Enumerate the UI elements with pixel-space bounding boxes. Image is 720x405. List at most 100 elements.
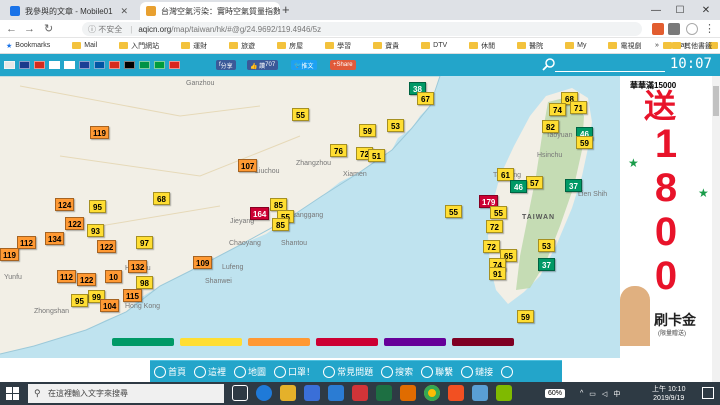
- aqi-marker[interactable]: 72: [483, 240, 500, 253]
- zoom-indicator[interactable]: 60%: [545, 382, 566, 405]
- aqi-marker[interactable]: 164: [250, 207, 270, 220]
- language-flag-icon[interactable]: [64, 61, 75, 69]
- extension-icon[interactable]: [652, 23, 664, 35]
- back-icon[interactable]: ←: [6, 22, 17, 36]
- url-field[interactable]: ⓘ 不安全 | aqicn.org /map/taiwan/hk/#@g/24.…: [82, 22, 642, 36]
- minimize-icon[interactable]: —: [644, 0, 668, 20]
- maximize-icon[interactable]: ☐: [668, 0, 692, 20]
- forward-icon[interactable]: →: [24, 22, 35, 36]
- aqi-marker[interactable]: 53: [387, 119, 404, 132]
- aqi-marker[interactable]: 68: [153, 192, 170, 205]
- tweet-button[interactable]: 🐦 推文: [291, 60, 317, 70]
- nav-search[interactable]: 搜索: [381, 365, 413, 378]
- aqi-legend-swatch[interactable]: [248, 338, 310, 346]
- bookmark-folder[interactable]: 休閒: [469, 41, 506, 51]
- aqi-marker[interactable]: 119: [90, 126, 109, 139]
- bookmark-folder[interactable]: 醫院: [517, 41, 554, 51]
- file-explorer-icon[interactable]: [280, 385, 296, 401]
- bookmark-folder[interactable]: 運財: [181, 41, 218, 51]
- mail-icon[interactable]: [328, 385, 344, 401]
- menu-icon[interactable]: ⋮: [704, 22, 715, 36]
- aqi-marker[interactable]: 71: [570, 101, 587, 114]
- aqi-marker[interactable]: 95: [71, 294, 88, 307]
- aqi-marker[interactable]: 95: [89, 200, 106, 213]
- aqi-marker[interactable]: 59: [517, 310, 534, 323]
- nav-here[interactable]: 這裡: [194, 365, 226, 378]
- facebook-share-button[interactable]: f 分享: [216, 60, 236, 70]
- app-icon[interactable]: [472, 385, 488, 401]
- aqi-marker[interactable]: 76: [330, 144, 347, 157]
- aqi-legend-swatch[interactable]: [452, 338, 514, 346]
- aqi-marker[interactable]: 122: [77, 273, 97, 286]
- aqi-marker[interactable]: 85: [272, 218, 289, 231]
- aqi-marker[interactable]: 104: [100, 299, 120, 312]
- aqi-marker[interactable]: 115: [123, 289, 142, 302]
- task-view-icon[interactable]: [232, 385, 248, 401]
- language-flag-icon[interactable]: [79, 61, 90, 69]
- bookmark-folder[interactable]: 學習: [325, 41, 362, 51]
- taskbar-clock[interactable]: 上午 10:10 2019/9/19: [652, 382, 685, 405]
- scrollbar-thumb[interactable]: [713, 86, 719, 116]
- language-flag-icon[interactable]: [124, 61, 135, 69]
- bookmark-folder[interactable]: 旅遊: [229, 41, 266, 51]
- bookmark-folder[interactable]: DTV: [421, 42, 458, 49]
- search-icon[interactable]: [542, 57, 556, 71]
- app-icon[interactable]: [400, 385, 416, 401]
- aqi-marker[interactable]: 72: [486, 220, 503, 233]
- aqi-map[interactable]: Ganzhou Zhangzhou Xiamen Huanggang Jieyang Ch…: [0, 76, 712, 358]
- bookmark-folder[interactable]: Mail: [72, 42, 108, 49]
- aqi-marker[interactable]: 46: [510, 180, 527, 193]
- volume-icon[interactable]: ◁: [602, 390, 607, 398]
- close-tab-icon[interactable]: ✕: [120, 6, 128, 17]
- bookmarks-overflow[interactable]: »: [655, 42, 659, 49]
- aqi-legend-swatch[interactable]: [180, 338, 242, 346]
- bookmark-folder[interactable]: 房屋: [277, 41, 314, 51]
- aqi-marker[interactable]: 97: [136, 236, 153, 249]
- aqi-marker[interactable]: 57: [526, 176, 543, 189]
- tab-aqicn[interactable]: 台灣空氣污染：實時空氣質量指數 ✕: [140, 2, 280, 20]
- aqi-marker[interactable]: 53: [538, 239, 555, 252]
- aqi-marker[interactable]: 124: [55, 198, 75, 211]
- extension-icon[interactable]: [668, 23, 680, 35]
- windows-start-icon[interactable]: [6, 387, 19, 400]
- chrome-icon[interactable]: [424, 385, 440, 401]
- aqi-marker[interactable]: 55: [445, 205, 462, 218]
- language-flag-icon[interactable]: [139, 61, 150, 69]
- bookmark-folder[interactable]: 入門網站: [119, 41, 170, 51]
- app-icon[interactable]: [496, 385, 512, 401]
- city-search-input[interactable]: [555, 60, 665, 72]
- language-flag-icon[interactable]: [169, 61, 180, 69]
- security-indicator[interactable]: ⓘ 不安全: [88, 24, 122, 35]
- aqi-marker[interactable]: 82: [542, 120, 559, 133]
- bookmark-folder[interactable]: My: [565, 42, 597, 49]
- close-window-icon[interactable]: ✕: [694, 0, 718, 20]
- language-flag-icon[interactable]: [154, 61, 165, 69]
- language-flag-icon[interactable]: [49, 61, 60, 69]
- aqi-marker[interactable]: 109: [193, 256, 213, 269]
- nav-faq[interactable]: 常見問題: [323, 365, 373, 378]
- aqi-marker[interactable]: 91: [489, 267, 506, 280]
- aqi-marker[interactable]: 132: [128, 260, 148, 273]
- aqi-legend-swatch[interactable]: [384, 338, 446, 346]
- aqi-marker[interactable]: 112: [57, 270, 76, 283]
- profile-icon[interactable]: [686, 23, 698, 35]
- notification-icon[interactable]: [702, 387, 714, 399]
- aqi-legend-swatch[interactable]: [316, 338, 378, 346]
- system-tray[interactable]: ^ ▭ ◁ 中: [580, 382, 626, 405]
- page-scrollbar[interactable]: [712, 76, 720, 382]
- excel-icon[interactable]: [376, 385, 392, 401]
- nav-links[interactable]: 鏈接: [461, 365, 493, 378]
- aqi-marker[interactable]: 55: [292, 108, 309, 121]
- bookmark-folder[interactable]: 電視劇: [608, 41, 652, 51]
- aqi-marker[interactable]: 67: [417, 92, 434, 105]
- language-flag-icon[interactable]: [19, 61, 30, 69]
- store-icon[interactable]: [304, 385, 320, 401]
- network-icon[interactable]: ▭: [589, 390, 596, 398]
- nav-settings[interactable]: [501, 365, 515, 378]
- nav-masks[interactable]: 口罩！: [274, 365, 315, 378]
- aqi-marker[interactable]: 122: [97, 240, 117, 253]
- aqi-marker[interactable]: 112: [17, 236, 36, 249]
- aqi-marker[interactable]: 51: [368, 149, 385, 162]
- language-flag-icon[interactable]: [4, 61, 15, 69]
- aqi-marker[interactable]: 37: [538, 258, 555, 271]
